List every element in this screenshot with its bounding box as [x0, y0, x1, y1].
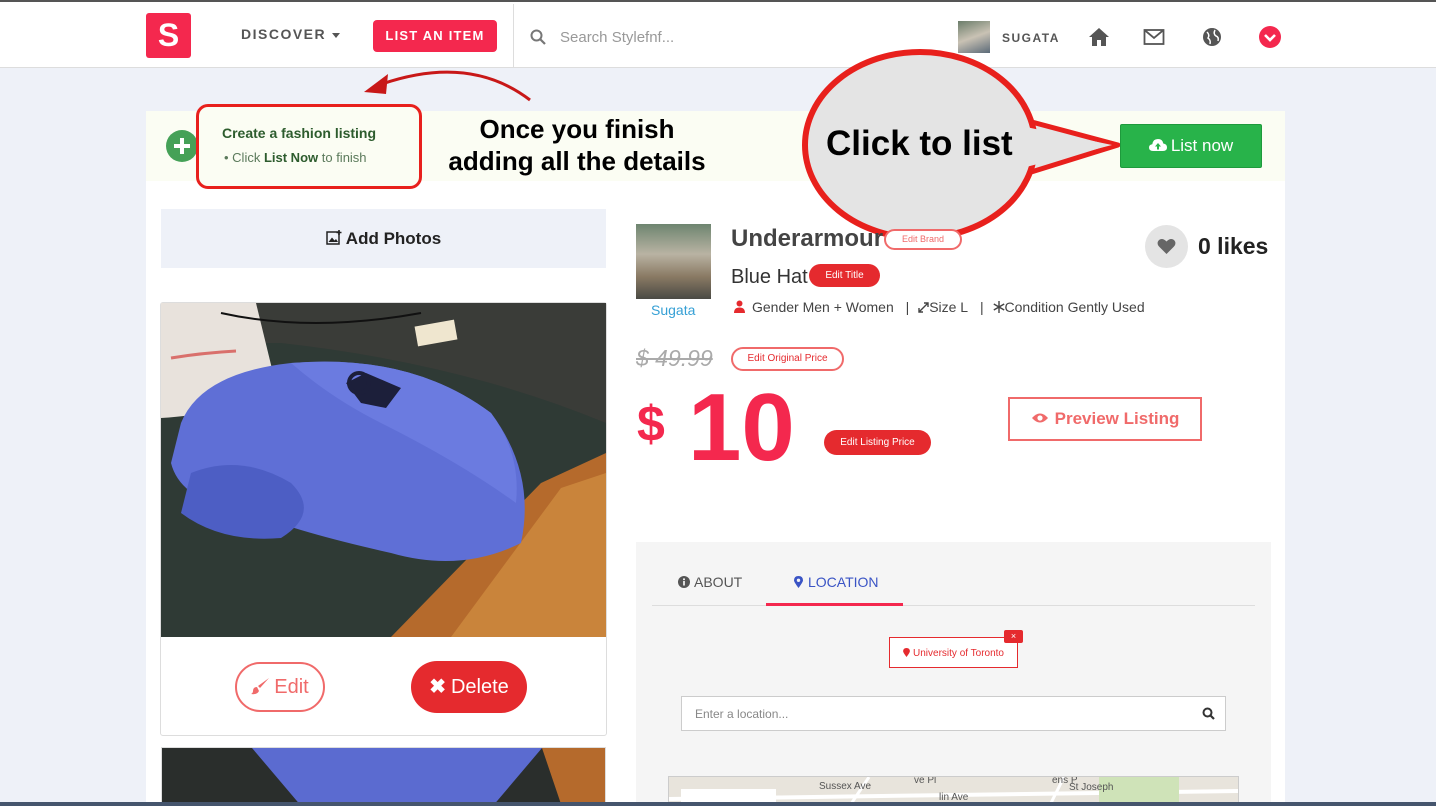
discover-menu[interactable]: DISCOVER	[241, 26, 341, 42]
edit-original-price-button[interactable]: Edit Original Price	[731, 347, 844, 371]
hint-subtitle: • Click List Now to finish	[224, 150, 367, 165]
close-icon: ✖	[429, 676, 446, 698]
location-tag[interactable]: University of Toronto	[889, 637, 1018, 668]
blue-cap-image-2	[162, 748, 605, 805]
search-icon[interactable]	[1202, 707, 1215, 720]
annotation-line-1: Once you finish	[479, 114, 675, 144]
original-price: $ 49.99	[636, 345, 713, 371]
brand-name: Underarmour	[731, 225, 884, 252]
delete-photo-button[interactable]: ✖ Delete	[411, 661, 527, 713]
meta-separator: |	[905, 299, 910, 315]
map-label-5: ve Pl	[914, 776, 937, 786]
meta-separator: |	[980, 299, 984, 315]
item-meta-row: Gender Men + Women | Size L | Condition …	[733, 299, 1148, 315]
edit-brand-button[interactable]: Edit Brand	[884, 229, 962, 250]
hint-sub-bold: List Now	[263, 150, 319, 165]
map-label-4: ens P	[1052, 776, 1078, 786]
edit-listing-price-button[interactable]: Edit Listing Price	[824, 430, 931, 455]
location-tag-label: University of Toronto	[913, 648, 1004, 659]
listing-price: 10	[688, 374, 795, 481]
size-text: Size L	[929, 299, 969, 315]
preview-listing-button[interactable]: Preview Listing	[1008, 397, 1202, 441]
active-tab-indicator	[766, 603, 903, 606]
heart-icon	[1157, 239, 1176, 254]
plus-circle-icon	[166, 130, 198, 162]
likes-count: 0 likes	[1198, 233, 1269, 259]
hint-highlight-box	[196, 104, 422, 189]
blue-cap-image	[161, 303, 606, 637]
seller-name-link[interactable]: Sugata	[651, 302, 695, 318]
chevron-down-icon	[332, 32, 341, 38]
edit-photo-button[interactable]: Edit	[235, 662, 325, 712]
logo[interactable]: S	[146, 13, 191, 58]
eye-icon	[1031, 413, 1048, 423]
delete-label: Delete	[450, 676, 509, 698]
top-navbar: S DISCOVER LIST AN ITEM SUGATA	[0, 0, 1436, 68]
preview-label: Preview Listing	[1054, 409, 1180, 428]
hint-sub-prefix: Click	[232, 150, 264, 165]
cloud-upload-icon	[1148, 139, 1167, 151]
list-now-button[interactable]: List now	[1120, 124, 1262, 168]
remove-location-button[interactable]: ×	[1004, 630, 1023, 643]
annotation-finish-text: Once you finish adding all the details	[440, 113, 714, 177]
resize-icon	[918, 302, 929, 313]
tab-location[interactable]: LOCATION	[794, 574, 879, 590]
user-icon	[734, 300, 745, 313]
list-now-label: List now	[1170, 136, 1234, 155]
edit-title-button[interactable]: Edit Title	[809, 264, 880, 287]
user-name[interactable]: SUGATA	[1002, 31, 1060, 45]
search-icon	[530, 29, 546, 45]
seller-avatar[interactable]	[636, 224, 711, 299]
account-menu-button[interactable]	[1259, 26, 1281, 48]
list-an-item-button[interactable]: LIST AN ITEM	[373, 20, 497, 52]
currency-symbol: $	[637, 396, 665, 452]
globe-icon[interactable]	[1201, 26, 1223, 48]
gender-text: Gender Men + Women	[752, 299, 894, 315]
like-button[interactable]	[1145, 225, 1188, 268]
asterisk-icon	[992, 301, 1005, 313]
tab-about[interactable]: ABOUT	[678, 574, 742, 590]
info-icon	[678, 576, 690, 588]
add-photos-label: Add Photos	[345, 229, 442, 248]
condition-text: Condition Gently Used	[1004, 299, 1145, 315]
hint-title: Create a fashion listing	[222, 125, 377, 141]
discover-label: DISCOVER	[241, 26, 327, 42]
nav-divider	[513, 4, 514, 68]
map-label-1: Sussex Ave	[819, 781, 872, 792]
chevron-down-icon	[1264, 34, 1276, 42]
edit-label: Edit	[274, 676, 309, 698]
callout-text: Click to list	[826, 124, 1013, 163]
tab-divider	[652, 605, 1255, 606]
add-image-icon	[326, 230, 342, 245]
item-title: Blue Hat	[731, 266, 808, 288]
map-marker-icon	[794, 576, 803, 588]
mail-icon[interactable]	[1143, 26, 1165, 48]
hint-sub-suffix: to finish	[318, 150, 367, 165]
add-photos-button[interactable]: Add Photos	[161, 209, 606, 268]
tab-location-label: LOCATION	[808, 574, 879, 590]
location-input[interactable]	[681, 696, 1226, 731]
brush-icon	[251, 678, 270, 695]
window-bottom-edge	[0, 802, 1436, 806]
product-photo	[161, 303, 606, 637]
tab-about-label: ABOUT	[694, 574, 743, 590]
map-marker-icon	[903, 648, 910, 657]
second-product-photo	[161, 747, 606, 806]
annotation-line-2: adding all the details	[448, 146, 706, 176]
annotation-arrow	[364, 70, 531, 102]
